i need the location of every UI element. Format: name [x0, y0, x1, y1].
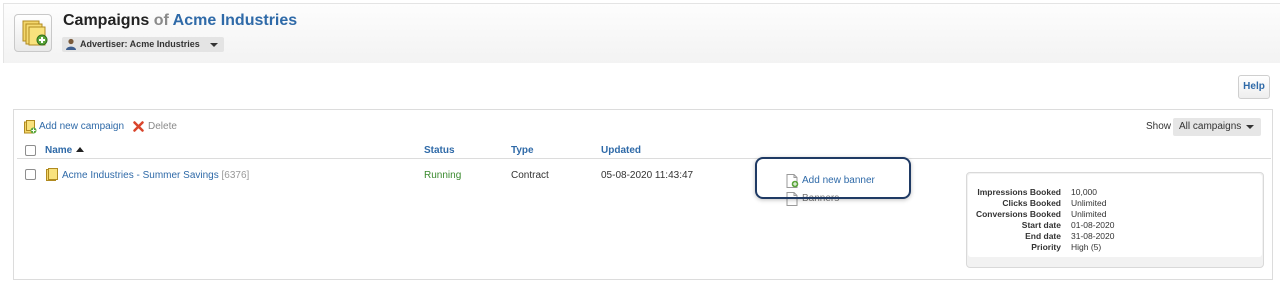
info-row-priority: Priority High (5): [967, 242, 1265, 253]
info-value: Unlimited: [1071, 198, 1107, 208]
info-row-impressions: Impressions Booked 10,000: [967, 187, 1265, 198]
show-filter-value: All campaigns: [1179, 121, 1242, 132]
chevron-down-icon: [1246, 125, 1254, 129]
column-header-type[interactable]: Type: [511, 145, 534, 156]
type-cell: Contract: [511, 170, 549, 181]
info-row-clicks: Clicks Booked Unlimited: [967, 198, 1265, 209]
page-title: Campaigns of Acme Industries: [63, 12, 297, 30]
delete-x-icon: [133, 121, 144, 132]
add-banner-icon: [786, 174, 799, 188]
updated-cell: 05-08-2020 11:43:47: [601, 170, 694, 181]
advertiser-dropdown[interactable]: Advertiser: Acme Industries: [62, 37, 224, 52]
status-cell: Running: [424, 170, 462, 181]
info-value: 10,000: [1071, 187, 1097, 197]
info-label: Conversions Booked: [975, 209, 1061, 219]
info-label: Priority: [1031, 242, 1061, 252]
delete-button[interactable]: Delete: [133, 120, 177, 134]
folder-icon: [46, 168, 58, 181]
campaign-id: [6376]: [221, 170, 250, 181]
delete-label: Delete: [148, 121, 177, 132]
advertiser-label: Advertiser: Acme Industries: [80, 39, 200, 49]
add-campaign-label: Add new campaign: [39, 121, 125, 132]
page-header: Campaigns of Acme Industries Advertiser:…: [0, 0, 1280, 64]
show-filter-select[interactable]: All campaigns: [1173, 118, 1261, 136]
info-row-end-date: End date 31-08-2020: [967, 231, 1265, 242]
info-label: Start date: [1021, 220, 1061, 230]
info-value: Unlimited: [1071, 209, 1107, 219]
info-value: 31-08-2020: [1071, 231, 1115, 241]
info-value: 01-08-2020: [1071, 220, 1115, 230]
campaigns-folder-icon: [14, 14, 52, 52]
info-value: High (5): [1071, 242, 1102, 252]
add-banner-button[interactable]: Add new banner: [786, 174, 875, 188]
campaign-name-link[interactable]: Acme Industries - Summer Savings: [62, 170, 219, 181]
info-row-conversions: Conversions Booked Unlimited: [967, 209, 1265, 220]
page-title-entity[interactable]: Acme Industries: [173, 12, 297, 29]
sort-ascending-icon: [76, 147, 85, 152]
table-header-divider: [17, 158, 1271, 159]
column-header-updated[interactable]: Updated: [601, 145, 641, 156]
column-header-name[interactable]: Name: [45, 145, 85, 156]
add-campaign-button[interactable]: Add new campaign: [24, 120, 124, 134]
add-folder-icon: [24, 120, 37, 134]
campaign-info-box: Impressions Booked 10,000 Clicks Booked …: [966, 172, 1264, 268]
column-header-name-label: Name: [45, 145, 73, 156]
add-banner-label: Add new banner: [802, 175, 875, 186]
user-icon: [66, 38, 76, 50]
column-header-status[interactable]: Status: [424, 145, 455, 156]
select-all-checkbox[interactable]: [25, 145, 36, 156]
page-title-of: of: [153, 12, 169, 29]
info-label: Clicks Booked: [1002, 198, 1061, 208]
info-label: End date: [1025, 231, 1061, 241]
campaign-name-cell: Acme Industries - Summer Savings [6376]: [62, 170, 249, 181]
chevron-down-icon: [209, 43, 218, 47]
show-label: Show: [1146, 121, 1172, 132]
help-button[interactable]: Help: [1238, 75, 1270, 99]
info-label: Impressions Booked: [977, 187, 1061, 197]
info-row-start-date: Start date 01-08-2020: [967, 220, 1265, 231]
row-checkbox[interactable]: [25, 169, 36, 180]
page-title-prefix: Campaigns: [63, 12, 150, 29]
